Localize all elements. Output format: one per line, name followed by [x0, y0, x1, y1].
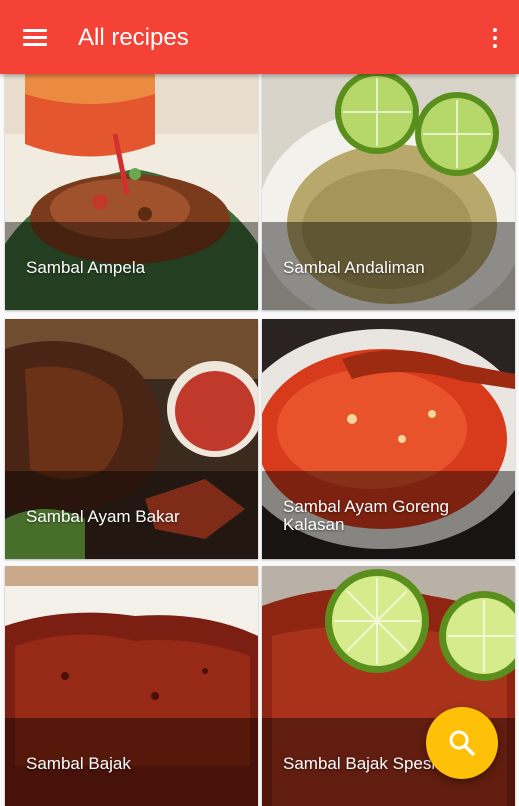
- hamburger-menu-icon[interactable]: [20, 26, 50, 48]
- recipe-title: Sambal Ayam Bakar: [26, 507, 180, 526]
- recipe-card-sambal-ampela[interactable]: Sambal Ampela: [5, 74, 258, 310]
- recipe-card-sambal-ayam-goreng-kalasan[interactable]: Sambal Ayam Goreng Kalasan: [262, 319, 515, 559]
- recipe-grid: Sambal Ampela Sambal Andaliman Sambal Ay…: [0, 74, 519, 806]
- recipe-card-sambal-bajak[interactable]: Sambal Bajak: [5, 566, 258, 806]
- page-title: All recipes: [78, 24, 189, 51]
- recipe-title: Sambal Ampela: [26, 258, 146, 277]
- search-fab-button[interactable]: [426, 707, 498, 779]
- recipe-title: Sambal Ayam Goreng Kalasan: [283, 497, 449, 534]
- recipe-card-sambal-ayam-bakar[interactable]: Sambal Ayam Bakar: [5, 319, 258, 559]
- recipe-title: Sambal Bajak: [26, 754, 131, 773]
- recipe-title: Sambal Andaliman: [283, 258, 425, 277]
- app-bar: All recipes: [0, 0, 519, 74]
- recipe-card-sambal-andaliman[interactable]: Sambal Andaliman: [262, 74, 515, 310]
- more-vertical-icon[interactable]: [484, 26, 506, 50]
- search-icon: [449, 730, 475, 756]
